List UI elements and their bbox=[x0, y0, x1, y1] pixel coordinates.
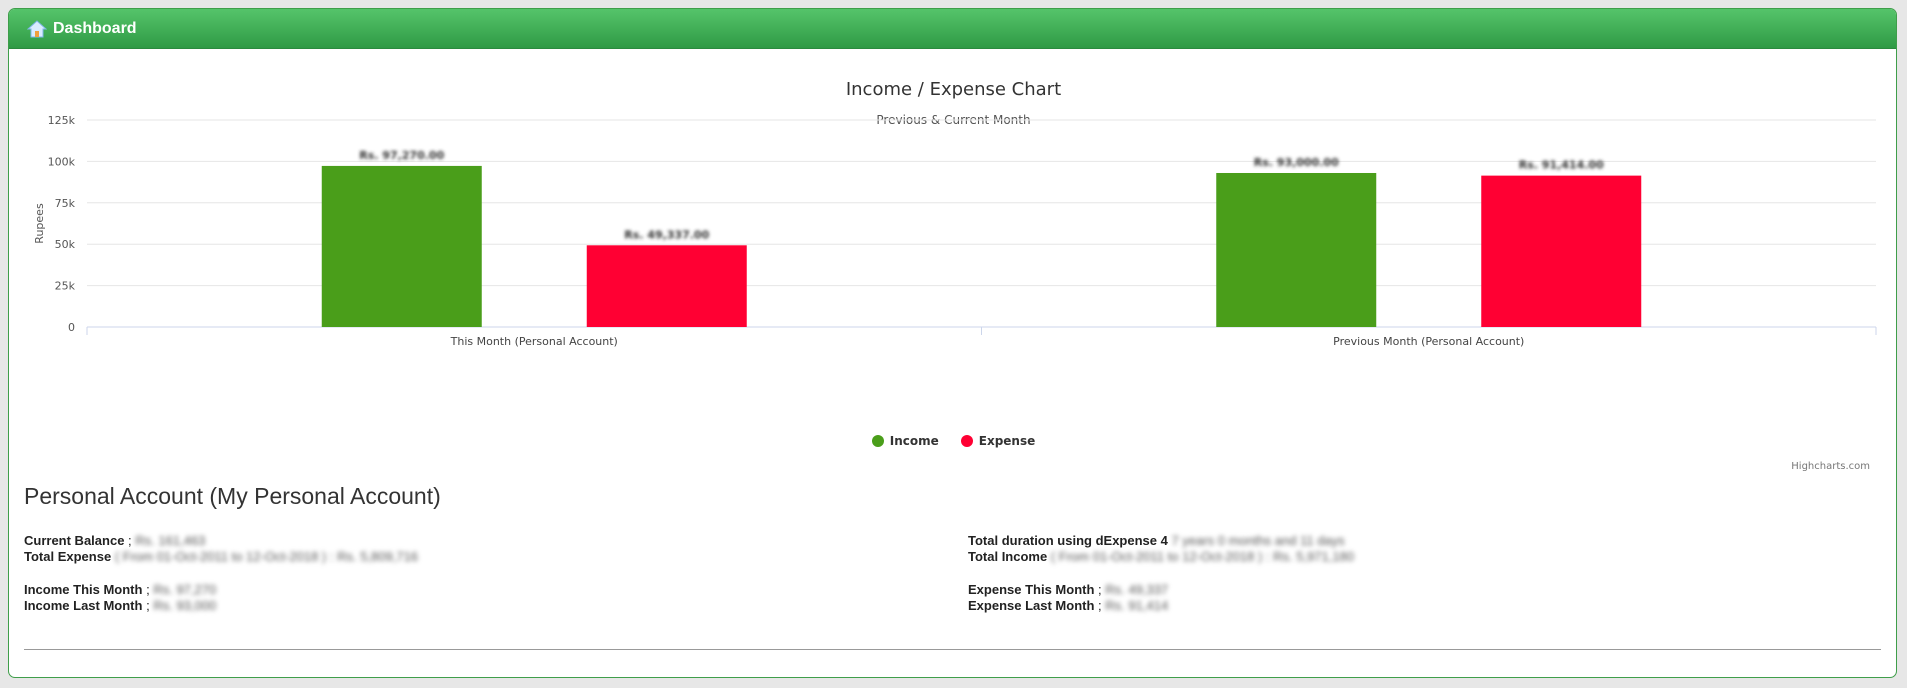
chart-credits[interactable]: Highcharts.com bbox=[1791, 461, 1870, 472]
income-last-month-label: Income Last Month bbox=[24, 598, 143, 613]
y-tick-label: 25k bbox=[55, 280, 76, 293]
legend-item-expense[interactable]: Expense bbox=[960, 434, 1036, 448]
data-label: Rs. 93,000.00 bbox=[1254, 156, 1339, 169]
income-last-month-row: Income Last Month ; Rs. 93,000 bbox=[24, 598, 216, 613]
total-income-row: Total Income ( From 01-Oct-2011 to 12-Oc… bbox=[968, 549, 1354, 564]
total-duration-row: Total duration using dExpense 4 7 years … bbox=[968, 533, 1345, 548]
data-label: Rs. 97,270.00 bbox=[359, 149, 444, 162]
income-expense-chart: Income / Expense Chart Previous & Curren… bbox=[9, 49, 1896, 479]
legend-dot bbox=[871, 435, 884, 447]
income-this-month-label: Income This Month bbox=[24, 582, 143, 597]
current-balance-value: Rs. 161,463 bbox=[135, 533, 206, 548]
separator: ; bbox=[146, 582, 150, 597]
separator: ; bbox=[146, 598, 150, 613]
x-tick-label: This Month (Personal Account) bbox=[450, 335, 618, 348]
expense-last-month-row: Expense Last Month ; Rs. 91,414 bbox=[968, 598, 1168, 613]
y-tick-label: 100k bbox=[48, 155, 76, 168]
total-expense-label: Total Expense bbox=[24, 549, 112, 564]
bar-expense bbox=[1481, 175, 1642, 327]
total-income-label: Total Income bbox=[968, 549, 1048, 564]
x-tick-label: Previous Month (Personal Account) bbox=[1333, 335, 1524, 348]
y-tick-label: 75k bbox=[55, 197, 76, 210]
legend-item-income[interactable]: Income bbox=[871, 434, 939, 448]
panel-header: Dashboard bbox=[9, 9, 1896, 49]
expense-last-month-label: Expense Last Month bbox=[968, 598, 1095, 613]
total-income-value: ( From 01-Oct-2011 to 12-Oct-2018 ) : Rs… bbox=[1050, 549, 1355, 564]
income-this-month-row: Income This Month ; Rs. 97,270 bbox=[24, 582, 216, 597]
chart-legend: Income Expense bbox=[9, 434, 1896, 448]
home-icon bbox=[26, 19, 48, 39]
bar-income bbox=[321, 165, 482, 327]
separator: ; bbox=[1098, 582, 1102, 597]
data-label: Rs. 49,337.00 bbox=[624, 228, 709, 241]
y-axis-title: Rupees bbox=[33, 203, 46, 244]
bar-expense bbox=[586, 245, 747, 327]
legend-dot bbox=[960, 435, 973, 447]
total-expense-value: ( From 01-Oct-2011 to 12-Oct-2018 ) : Rs… bbox=[114, 549, 419, 564]
bar-income bbox=[1216, 172, 1377, 327]
total-duration-value: 7 years 0 months and 11 days bbox=[1171, 533, 1345, 548]
expense-this-month-row: Expense This Month ; Rs. 49,337 bbox=[968, 582, 1168, 597]
chart-svg: 0 25k 50k 75k 100k 125k Rupees Rs. 97,270.00 Rs.… bbox=[33, 114, 1877, 348]
data-label: Rs. 91,414.00 bbox=[1519, 159, 1604, 172]
panel-title: Dashboard bbox=[53, 19, 137, 37]
y-tick-label: 0 bbox=[68, 321, 75, 334]
income-this-month-value: Rs. 97,270 bbox=[153, 582, 217, 597]
legend-label: Expense bbox=[978, 434, 1036, 448]
legend-label: Income bbox=[889, 434, 939, 448]
y-tick-label: 50k bbox=[55, 238, 76, 251]
bottom-divider bbox=[24, 649, 1881, 650]
current-balance-row: Current Balance ; Rs. 161,463 bbox=[24, 533, 205, 548]
separator: ; bbox=[128, 533, 132, 548]
dashboard-panel: Dashboard Income / Expense Chart Previou… bbox=[8, 8, 1897, 678]
account-title: Personal Account (My Personal Account) bbox=[24, 483, 441, 509]
expense-this-month-value: Rs. 49,337 bbox=[1105, 582, 1169, 597]
income-last-month-value: Rs. 93,000 bbox=[153, 598, 217, 613]
total-expense-row: Total Expense ( From 01-Oct-2011 to 12-O… bbox=[24, 549, 418, 564]
expense-this-month-label: Expense This Month bbox=[968, 582, 1095, 597]
separator: ; bbox=[1098, 598, 1102, 613]
expense-last-month-value: Rs. 91,414 bbox=[1105, 598, 1169, 613]
current-balance-label: Current Balance bbox=[24, 533, 125, 548]
y-tick-label: 125k bbox=[48, 114, 76, 127]
total-duration-label: Total duration using dExpense 4 bbox=[968, 533, 1168, 548]
